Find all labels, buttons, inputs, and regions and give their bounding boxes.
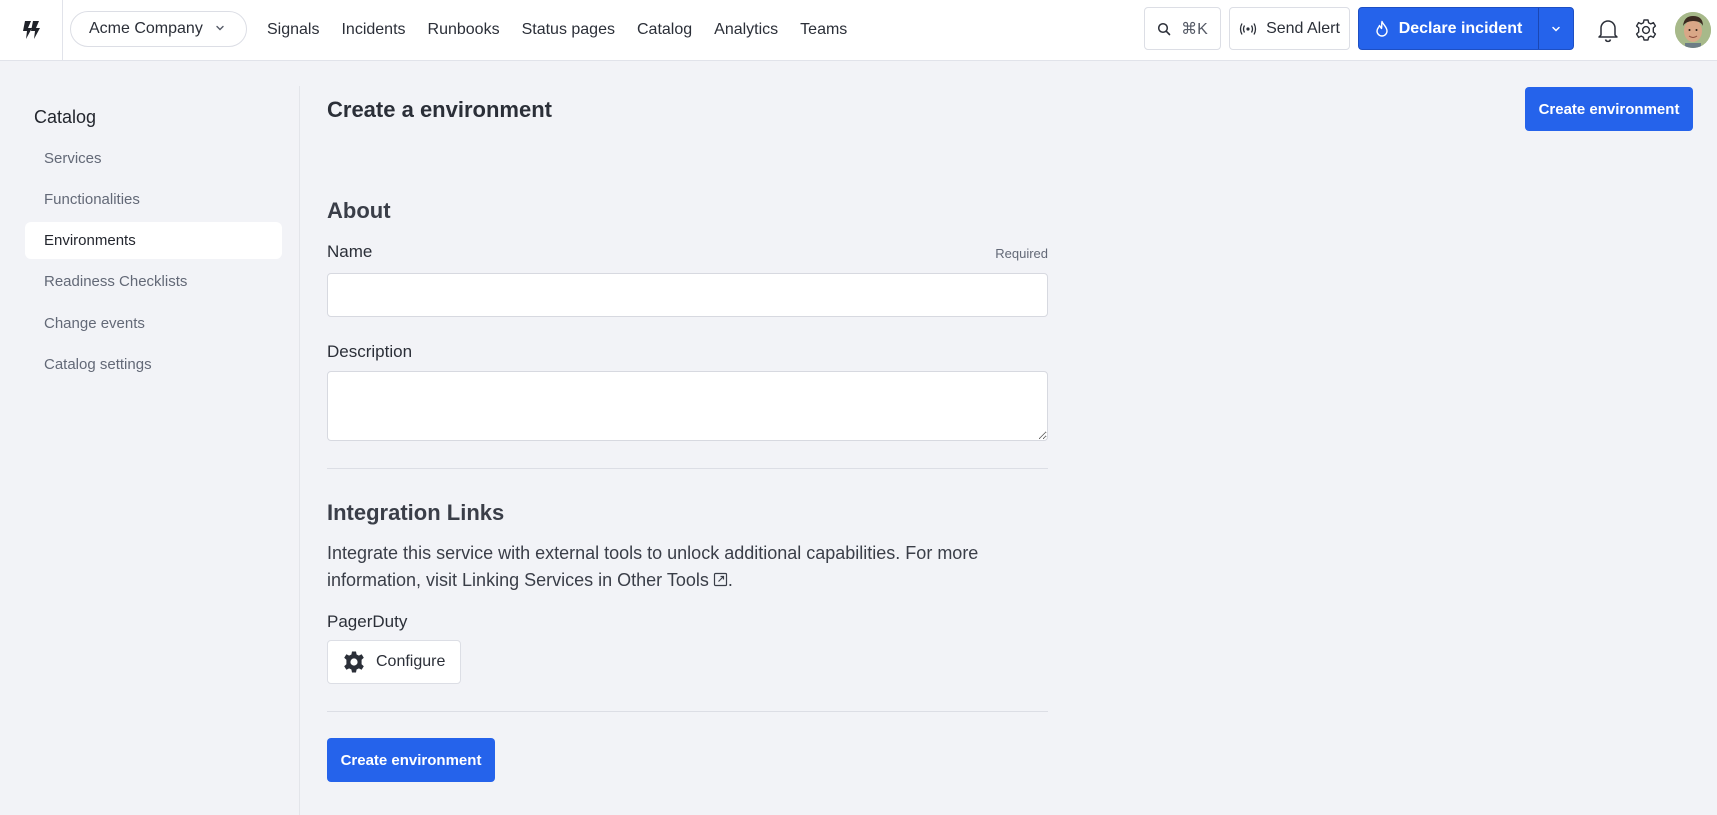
sidebar-item-functionalities[interactable]: Functionalities <box>25 181 282 218</box>
nav-runbooks[interactable]: Runbooks <box>428 21 500 39</box>
sidebar-title: Catalog <box>34 107 97 127</box>
integration-links-heading: Integration Links <box>327 500 505 525</box>
avatar-image <box>1675 12 1711 48</box>
search-icon <box>1158 22 1171 35</box>
linking-services-link-text: Linking Services in Other Tools <box>462 570 709 590</box>
create-environment-button-top[interactable]: Create environment <box>1525 87 1693 131</box>
external-link-icon <box>713 572 727 587</box>
top-nav: Signals Incidents Runbooks Status pages … <box>267 0 869 60</box>
sidebar-item-services[interactable]: Services <box>25 140 282 177</box>
chevron-down-icon <box>216 25 224 31</box>
name-input[interactable] <box>327 273 1048 317</box>
search-shortcut: ⌘K <box>1181 20 1208 38</box>
section-divider <box>327 711 1048 712</box>
create-environment-button-bottom[interactable]: Create environment <box>327 738 495 782</box>
declare-incident-split-button: Declare incident <box>1358 7 1574 50</box>
nav-status-pages[interactable]: Status pages <box>522 21 615 39</box>
sidebar-item-label: Catalog settings <box>44 356 152 373</box>
sidebar-divider <box>299 86 300 815</box>
header-divider <box>62 0 63 61</box>
integration-description: Integrate this service with external too… <box>327 540 1048 594</box>
sidebar-item-label: Readiness Checklists <box>44 273 188 290</box>
sidebar-item-label: Change events <box>44 315 145 332</box>
configure-pagerduty-button[interactable]: Configure <box>327 640 461 684</box>
sidebar-item-label: Services <box>44 150 102 167</box>
sidebar-item-label: Functionalities <box>44 191 140 208</box>
nav-incidents[interactable]: Incidents <box>341 21 405 39</box>
name-label: Name <box>327 242 373 261</box>
chevron-down-icon <box>1552 26 1560 32</box>
sidebar-item-change-events[interactable]: Change events <box>25 305 282 342</box>
declare-incident-label: Declare incident <box>1398 19 1523 37</box>
nav-analytics[interactable]: Analytics <box>714 21 778 39</box>
flame-icon <box>1375 20 1388 37</box>
avatar[interactable] <box>1675 12 1711 48</box>
sidebar-item-environments[interactable]: Environments <box>25 222 282 259</box>
nav-signals[interactable]: Signals <box>267 21 319 39</box>
top-header: Acme Company Signals Incidents Runbooks … <box>0 0 1717 61</box>
nav-teams[interactable]: Teams <box>800 21 847 39</box>
send-alert-button[interactable]: Send Alert <box>1229 7 1350 50</box>
send-alert-label: Send Alert <box>1266 19 1340 37</box>
page-title: Create a environment <box>327 97 552 122</box>
declare-incident-dropdown[interactable] <box>1539 8 1573 49</box>
description-label: Description <box>327 342 413 361</box>
about-heading: About <box>327 198 391 223</box>
broadcast-icon <box>1239 22 1257 35</box>
gear-icon <box>344 651 364 673</box>
description-textarea[interactable] <box>327 371 1048 441</box>
sidebar-item-label: Environments <box>44 232 136 249</box>
nav-catalog[interactable]: Catalog <box>637 21 692 39</box>
sidebar-item-readiness-checklists[interactable]: Readiness Checklists <box>25 263 282 300</box>
declare-incident-button[interactable]: Declare incident <box>1359 8 1539 49</box>
gear-icon[interactable] <box>1634 18 1658 42</box>
integration-text-end: . <box>727 570 733 590</box>
linking-services-link[interactable]: Linking Services in Other Tools <box>462 570 728 590</box>
section-divider <box>327 468 1048 469</box>
logo-icon[interactable] <box>18 17 44 43</box>
org-switcher[interactable]: Acme Company <box>70 11 247 47</box>
org-name: Acme Company <box>89 20 203 37</box>
sidebar-item-catalog-settings[interactable]: Catalog settings <box>25 346 282 383</box>
required-indicator: Required <box>995 246 1048 261</box>
pagerduty-label: PagerDuty <box>327 612 408 631</box>
configure-label: Configure <box>376 653 446 670</box>
search-button[interactable]: ⌘K <box>1144 7 1221 50</box>
bell-icon[interactable] <box>1596 17 1620 43</box>
